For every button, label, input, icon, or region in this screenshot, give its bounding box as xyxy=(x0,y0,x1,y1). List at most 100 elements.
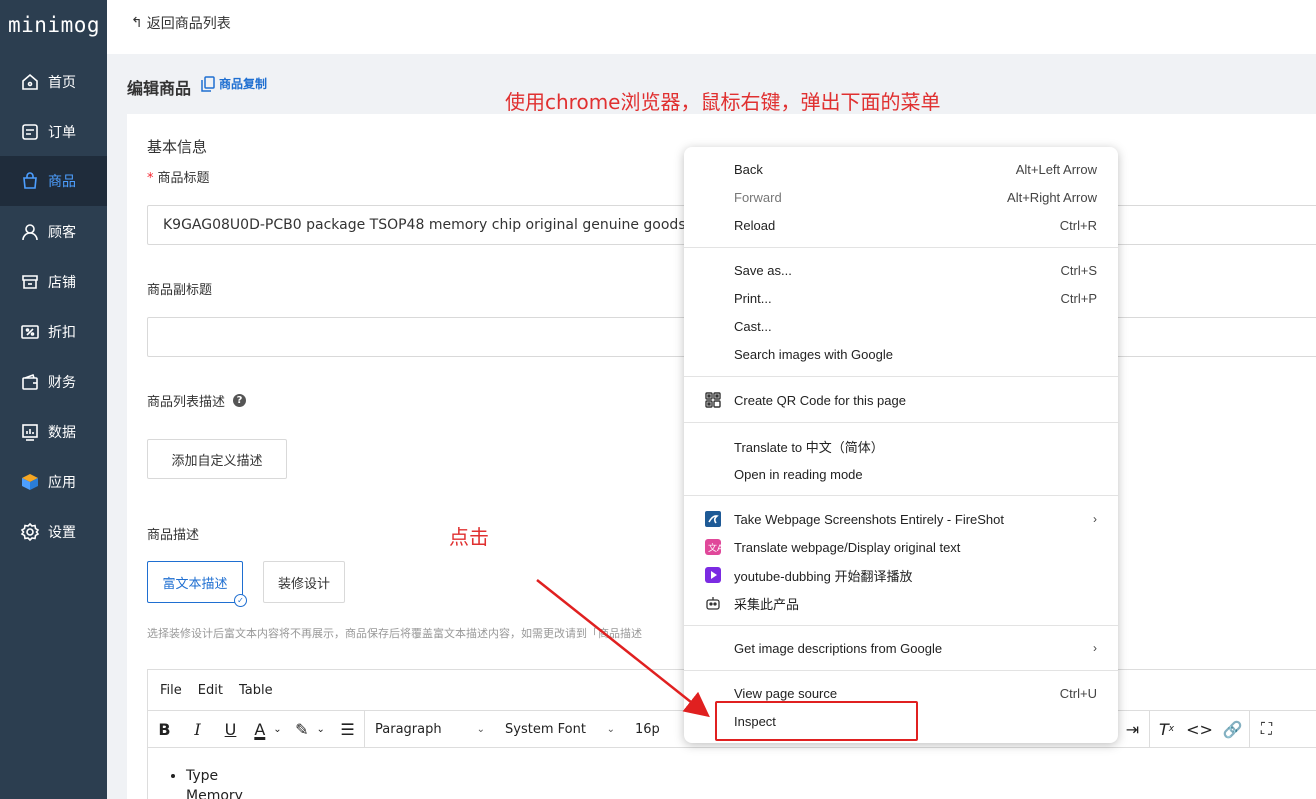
svg-text:文A: 文A xyxy=(708,542,721,554)
editor-content[interactable]: Type Memory xyxy=(186,766,243,799)
chevron-right-icon: › xyxy=(1093,512,1097,526)
menu-item-label: View page source xyxy=(734,685,838,701)
sidebar-item-label: 订单 xyxy=(48,125,76,141)
annotation-click: 点击 xyxy=(449,525,489,549)
menu-item-label: Open in reading mode xyxy=(734,466,863,482)
menu-separator xyxy=(684,670,1118,671)
list-description-label: 商品列表描述? xyxy=(147,391,247,410)
description-hint-text: 选择装修设计后富文本内容将不再展示，商品保存后将覆盖富文本描述内容，如需更改请到… xyxy=(147,627,642,640)
menu-item-collect-product[interactable]: 采集此产品 xyxy=(684,589,1118,617)
sidebar-item-discount[interactable]: 折扣 xyxy=(0,307,107,357)
font-family-value: System Font xyxy=(505,721,586,737)
sidebar: minimog 首页 订单 商品 顾客 店铺 折扣 财务 数据 应用 设置 xyxy=(0,0,107,799)
add-custom-description-button[interactable]: 添加自定义描述 xyxy=(147,439,287,479)
remove-format-icon[interactable]: Tx xyxy=(1150,711,1183,747)
play-icon xyxy=(705,567,721,583)
top-bar: ↰ 返回商品列表 xyxy=(107,0,1316,54)
fireshot-icon xyxy=(705,511,721,527)
menu-item-forward[interactable]: Forward Alt+Right Arrow xyxy=(684,183,1118,211)
link-icon[interactable]: 🔗 xyxy=(1216,711,1249,747)
menu-file[interactable]: File xyxy=(160,683,182,698)
tab-design[interactable]: 装修设计 xyxy=(263,561,345,603)
font-size-value: 16p xyxy=(635,721,660,737)
menu-separator xyxy=(684,376,1118,377)
menu-item-reload[interactable]: Reload Ctrl+R xyxy=(684,211,1118,239)
code-icon[interactable]: <> xyxy=(1183,711,1216,747)
chevron-down-icon: ⌄ xyxy=(476,723,485,735)
copy-product-link[interactable]: 商品复制 xyxy=(201,75,267,92)
menu-item-fireshot[interactable]: Take Webpage Screenshots Entirely - Fire… xyxy=(684,505,1118,533)
sidebar-item-label: 店铺 xyxy=(48,275,76,291)
menu-item-search-images[interactable]: Search images with Google xyxy=(684,340,1118,368)
toolbar-right-group: ⇥ Tx <> 🔗 ⛶ xyxy=(1116,710,1283,748)
menu-item-youtube-dubbing[interactable]: youtube-dubbing 开始翻译播放 xyxy=(684,561,1118,589)
menu-item-shortcut: Ctrl+U xyxy=(1059,685,1097,701)
product-title-label: * 商品标题 xyxy=(147,167,210,186)
store-icon xyxy=(20,272,40,292)
back-arrow-icon: ↰ xyxy=(131,15,143,31)
menu-item-label: Forward xyxy=(734,189,782,205)
tab-rich-text[interactable]: 富文本描述 ✓ xyxy=(147,561,247,607)
sidebar-item-apps[interactable]: 应用 xyxy=(0,457,107,507)
copy-icon xyxy=(201,75,215,92)
menu-edit[interactable]: Edit xyxy=(198,683,223,698)
menu-item-reading-mode[interactable]: Open in reading mode xyxy=(684,460,1118,488)
bold-icon[interactable]: B xyxy=(148,711,181,747)
menu-item-label: Print... xyxy=(734,290,772,306)
page-title: 编辑商品 xyxy=(127,79,192,98)
menu-item-translate-webpage[interactable]: 文A Translate webpage/Display original te… xyxy=(684,533,1118,561)
font-size-select[interactable]: 16p xyxy=(625,711,670,747)
list-description-label-text: 商品列表描述 xyxy=(147,395,226,410)
text-color-icon[interactable]: A ⌄ xyxy=(247,711,289,747)
menu-item-save-as[interactable]: Save as... Ctrl+S xyxy=(684,256,1118,284)
logo[interactable]: minimog xyxy=(0,0,107,50)
help-icon[interactable]: ? xyxy=(233,394,247,407)
menu-item-translate[interactable]: Translate to 中文（简体） xyxy=(684,432,1118,460)
order-icon xyxy=(20,122,40,142)
menu-item-label: Get image descriptions from Google xyxy=(734,640,943,656)
sidebar-item-products[interactable]: 商品 xyxy=(0,156,107,206)
context-menu: Back Alt+Left Arrow Forward Alt+Right Arro… xyxy=(684,147,1118,743)
chart-icon xyxy=(20,422,40,442)
menu-item-cast[interactable]: Cast... xyxy=(684,312,1118,340)
sidebar-item-customers[interactable]: 顾客 xyxy=(0,207,107,257)
block-format-select[interactable]: Paragraph ⌄ xyxy=(365,711,495,747)
gear-icon xyxy=(20,522,40,542)
fullscreen-icon[interactable]: ⛶ xyxy=(1250,711,1283,747)
menu-separator xyxy=(684,495,1118,496)
menu-item-label: Take Webpage Screenshots Entirely - Fire… xyxy=(734,511,1005,527)
list-item: Type xyxy=(186,766,243,786)
back-to-product-list-link[interactable]: ↰ 返回商品列表 xyxy=(131,13,231,33)
menu-table[interactable]: Table xyxy=(239,683,273,698)
clear-format-icon[interactable]: ☰ xyxy=(331,711,364,747)
underline-icon[interactable]: U xyxy=(214,711,247,747)
italic-icon[interactable]: I xyxy=(181,711,214,747)
sidebar-item-finance[interactable]: 财务 xyxy=(0,357,107,407)
menu-separator xyxy=(684,247,1118,248)
home-icon xyxy=(20,72,40,92)
menu-item-label: youtube-dubbing 开始翻译播放 xyxy=(734,568,913,584)
sidebar-item-store[interactable]: 店铺 xyxy=(0,257,107,307)
highlight-color-icon[interactable]: ✎ ⌄ xyxy=(289,711,331,747)
list-item: Memory xyxy=(186,788,243,799)
sidebar-item-label: 商品 xyxy=(48,174,76,190)
discount-icon xyxy=(20,322,40,342)
sidebar-item-label: 数据 xyxy=(48,425,76,441)
menu-item-image-descriptions[interactable]: Get image descriptions from Google › xyxy=(684,634,1118,662)
menu-item-back[interactable]: Back Alt+Left Arrow xyxy=(684,155,1118,183)
font-family-select[interactable]: System Font ⌄ xyxy=(495,711,625,747)
chevron-right-icon: › xyxy=(1093,641,1097,655)
back-link-label: 返回商品列表 xyxy=(146,16,231,32)
chevron-down-icon: ⌄ xyxy=(606,723,615,735)
menu-item-print[interactable]: Print... Ctrl+P xyxy=(684,284,1118,312)
sidebar-item-label: 财务 xyxy=(48,375,76,391)
sidebar-item-label: 设置 xyxy=(48,525,76,541)
sidebar-item-orders[interactable]: 订单 xyxy=(0,107,107,157)
indent-icon[interactable]: ⇥ xyxy=(1116,711,1149,747)
sidebar-item-home[interactable]: 首页 xyxy=(0,57,107,107)
sidebar-item-settings[interactable]: 设置 xyxy=(0,507,107,557)
sidebar-item-label: 顾客 xyxy=(48,225,76,241)
check-icon: ✓ xyxy=(234,594,247,607)
menu-item-create-qr[interactable]: Create QR Code for this page xyxy=(684,386,1118,414)
sidebar-item-data[interactable]: 数据 xyxy=(0,407,107,457)
